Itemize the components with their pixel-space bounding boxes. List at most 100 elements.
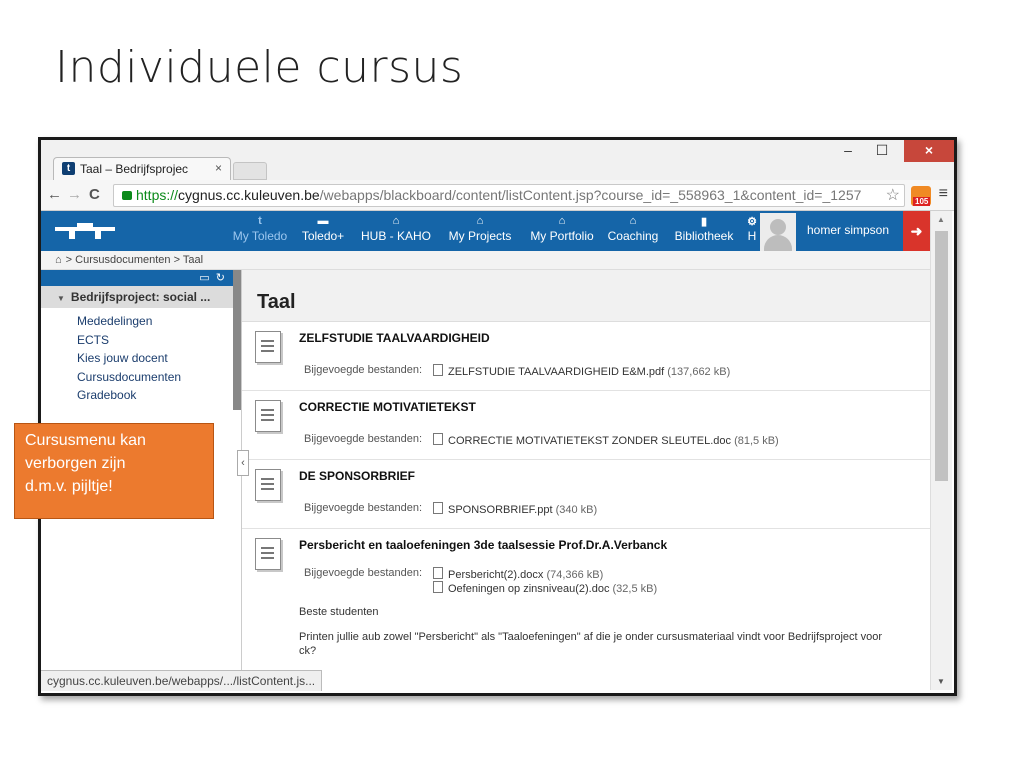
attachments-label: Bijgevoegde bestanden: [304, 433, 423, 445]
title-bar: t Taal – Bedrijfsprojec × – ☐ × [41, 140, 954, 181]
attachment-link[interactable]: ZELFSTUDIE TAALVAARDIGHEID E&M.pdf (137,… [433, 364, 730, 378]
bookmark-star-icon[interactable]: ☆ [883, 185, 900, 206]
back-arrow-icon[interactable]: ← [47, 186, 62, 203]
toledo-favicon-icon: t [62, 162, 75, 175]
attachments-label: Bijgevoegde bestanden: [304, 364, 423, 376]
document-icon [255, 331, 281, 363]
status-bar: cygnus.cc.kuleuven.be/webapps/.../listCo… [41, 670, 323, 691]
document-icon [255, 400, 281, 432]
minimize-button[interactable]: – [834, 140, 862, 162]
attachment-link[interactable]: Persbericht(2).docx (74,366 kB) [433, 567, 603, 581]
maximize-button[interactable]: ☐ [868, 140, 896, 162]
browser-tab[interactable]: t Taal – Bedrijfsprojec × [53, 157, 231, 181]
home-icon[interactable]: ⌂ [55, 254, 62, 266]
course-menu-item-gradebook[interactable]: Gradebook [77, 386, 233, 405]
hamburger-menu-icon[interactable]: ≡ [939, 185, 948, 203]
document-icon [255, 469, 281, 501]
user-name[interactable]: homer simpson [807, 223, 889, 237]
course-menu-item-cursusdocumenten[interactable]: Cursusdocumenten [77, 368, 233, 387]
scroll-down-icon[interactable]: ▼ [937, 677, 945, 686]
address-bar: ← → C https://cygnus.cc.kuleuven.be/weba… [41, 180, 954, 211]
nav-coaching[interactable]: ⌂ Coaching [604, 211, 662, 251]
item-body-text: Printen jullie aub zowel "Persbericht" a… [299, 631, 883, 643]
browser-window: t Taal – Bedrijfsprojec × – ☐ × ← → C ht… [38, 137, 957, 696]
url-scheme: https:// [136, 187, 179, 203]
slide-title: Individuele cursus [55, 42, 464, 93]
attachments-label: Bijgevoegde bestanden: [304, 502, 423, 514]
course-menu-toolbar: ▭ ↻ [41, 270, 233, 286]
course-menu-item-ects[interactable]: ECTS [77, 331, 233, 350]
content-area: Taal ZELFSTUDIE TAALVAARDIGHEID Bijgevoe… [241, 270, 931, 690]
breadcrumb-path[interactable]: > Cursusdocumenten > Taal [66, 254, 203, 266]
content-item-title[interactable]: DE SPONSORBRIEF [299, 469, 415, 483]
attachment-link[interactable]: Oefeningen op zinsniveau(2).doc (32,5 kB… [433, 581, 657, 595]
toledo-t-icon: t [258, 215, 262, 227]
course-menu-divider [233, 270, 241, 410]
collapse-menu-arrow-icon[interactable]: ‹ [237, 450, 249, 476]
course-menu-item-mededelingen[interactable]: Mededelingen [77, 312, 233, 331]
content-item: CORRECTIE MOTIVATIETEKST Bijgevoegde bes… [242, 391, 931, 460]
book-icon: ▮ [700, 216, 708, 228]
file-icon [433, 567, 443, 579]
file-icon [433, 364, 443, 376]
toledo-top-nav: t My Toledo ▬ Toledo+ ⌂ HUB - KAHO ⌂ My … [41, 211, 930, 251]
close-window-button[interactable]: × [904, 140, 954, 162]
nav-toledo-plus[interactable]: ▬ Toledo+ [299, 211, 347, 251]
attachment-link[interactable]: SPONSORBRIEF.ppt (340 kB) [433, 502, 597, 516]
rss-icon[interactable]: 105 [911, 186, 931, 206]
url-path: /webapps/blackboard/content/listContent.… [319, 187, 862, 203]
scrollbar[interactable]: ▲ ▼ [930, 211, 952, 690]
building-icon: ⌂ [558, 215, 566, 227]
tab-close-icon[interactable]: × [215, 161, 222, 175]
page-title: Taal [257, 291, 296, 313]
content-item-title[interactable]: CORRECTIE MOTIVATIETEKST [299, 400, 476, 414]
file-icon [433, 581, 443, 593]
course-menu-list: Mededelingen ECTS Kies jouw docent Cursu… [41, 312, 233, 405]
forward-arrow-icon[interactable]: → [67, 186, 82, 203]
refresh-icon[interactable]: ↻ [216, 272, 225, 284]
nav-my-toledo[interactable]: t My Toledo [229, 211, 291, 251]
tab-title: Taal – Bedrijfsprojec [80, 162, 189, 176]
course-menu-header[interactable]: ▼ Bedrijfsproject: social ... [41, 286, 233, 308]
breadcrumb: ⌂ > Cursusdocumenten > Taal [41, 251, 930, 270]
document-icon [255, 538, 281, 570]
new-tab-button[interactable] [233, 162, 267, 180]
item-body-text: Beste studenten [299, 606, 379, 618]
help-icon: ⚙ [747, 216, 757, 228]
avatar-head [770, 219, 786, 235]
course-menu-item-kies-jouw-docent[interactable]: Kies jouw docent [77, 349, 233, 368]
folder-view-icon[interactable]: ▭ [199, 272, 209, 284]
annotation-callout: Cursusmenu kan verborgen zijn d.m.v. pij… [14, 423, 214, 519]
course-title: Bedrijfsproject: social ... [70, 290, 211, 304]
lock-icon [122, 191, 132, 200]
collapse-caret-icon[interactable]: ▼ [57, 294, 65, 303]
file-icon [433, 433, 443, 445]
content-item-title[interactable]: ZELFSTUDIE TAALVAARDIGHEID [299, 331, 490, 345]
nav-my-portfolio[interactable]: ⌂ My Portfolio [525, 211, 599, 251]
attachments-label: Bijgevoegde bestanden: [304, 567, 423, 579]
item-body-text: ck? [299, 645, 317, 657]
content-header: Taal [242, 270, 931, 322]
content-item: DE SPONSORBRIEF Bijgevoegde bestanden: S… [242, 460, 931, 529]
nav-hub-kaho[interactable]: ⌂ HUB - KAHO [359, 211, 433, 251]
content-item: ZELFSTUDIE TAALVAARDIGHEID Bijgevoegde b… [242, 322, 931, 391]
reload-icon[interactable]: C [89, 186, 100, 203]
nav-my-projects[interactable]: ⌂ My Projects [443, 211, 517, 251]
content-item-title[interactable]: Persbericht en taaloefeningen 3de taalse… [299, 538, 667, 552]
nav-bibliotheek[interactable]: ▮ Bibliotheek [669, 211, 739, 251]
nav-help[interactable]: ⚙ H [745, 211, 759, 251]
attachment-link[interactable]: CORRECTIE MOTIVATIETEKST ZONDER SLEUTEL.… [433, 433, 779, 447]
file-icon [433, 502, 443, 514]
url-input[interactable]: https://cygnus.cc.kuleuven.be/webapps/bl… [113, 184, 905, 207]
scroll-thumb[interactable] [935, 231, 948, 481]
folder-icon: ▬ [317, 215, 329, 227]
logout-icon[interactable]: ➜ [903, 211, 930, 251]
avatar[interactable] [760, 213, 796, 251]
callout-line: Cursusmenu kan [25, 432, 146, 449]
url-host: cygnus.cc.kuleuven.be [178, 187, 320, 203]
toledo-logo[interactable] [53, 219, 117, 243]
building-icon: ⌂ [476, 215, 484, 227]
building-icon: ⌂ [629, 215, 637, 227]
rss-badge: 105 [913, 197, 931, 206]
scroll-up-icon[interactable]: ▲ [937, 215, 945, 224]
